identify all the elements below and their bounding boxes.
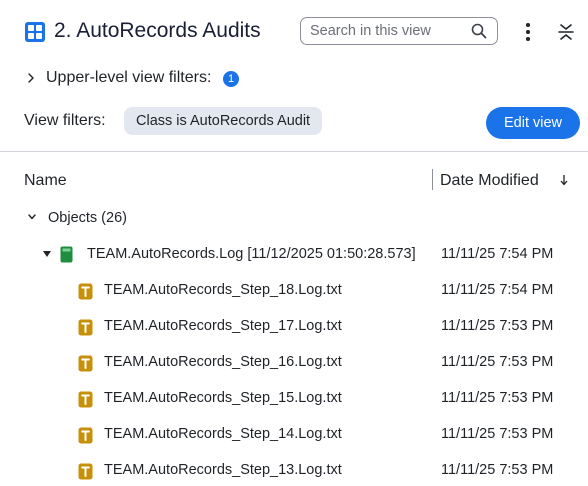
search-input[interactable] [310, 21, 460, 41]
green-document-icon [60, 246, 73, 263]
list-item-name[interactable]: TEAM.AutoRecords_Step_18.Log.txt [104, 282, 342, 298]
chevron-down-icon[interactable] [26, 212, 38, 222]
list-item-name[interactable]: TEAM.AutoRecords_Step_16.Log.txt [104, 354, 342, 370]
filter-count-badge: 1 [223, 71, 239, 87]
text-file-icon [78, 463, 93, 480]
collapse-all-icon[interactable] [557, 22, 575, 42]
text-file-icon [78, 391, 93, 408]
column-resize-handle[interactable] [432, 169, 433, 190]
page-title: 2. AutoRecords Audits [54, 19, 261, 42]
text-file-icon [78, 319, 93, 336]
column-header-name[interactable]: Name [24, 172, 67, 190]
sort-descending-icon[interactable] [559, 173, 569, 187]
chevron-right-icon[interactable] [26, 71, 36, 85]
view-filters-label: View filters: [24, 112, 106, 129]
list-item-name[interactable]: TEAM.AutoRecords_Step_17.Log.txt [104, 318, 342, 334]
column-header-date-modified[interactable]: Date Modified [440, 172, 539, 190]
list-item-name[interactable]: TEAM.AutoRecords_Step_14.Log.txt [104, 426, 342, 442]
group-header[interactable]: Objects (26) [48, 210, 127, 226]
list-item-name[interactable]: TEAM.AutoRecords_Step_13.Log.txt [104, 462, 342, 478]
list-item-date: 11/11/25 7:54 PM [441, 246, 554, 262]
text-file-icon [78, 427, 93, 444]
list-item-date: 11/11/25 7:53 PM [441, 462, 554, 478]
list-item-date: 11/11/25 7:53 PM [441, 318, 554, 334]
text-file-icon [78, 283, 93, 300]
list-item-name[interactable]: TEAM.AutoRecords_Step_15.Log.txt [104, 390, 342, 406]
list-item-date: 11/11/25 7:54 PM [441, 282, 554, 298]
text-file-icon [78, 355, 93, 372]
caret-down-icon[interactable] [42, 250, 52, 258]
list-item-date: 11/11/25 7:53 PM [441, 390, 554, 406]
list-item-date: 11/11/25 7:53 PM [441, 354, 554, 370]
more-vertical-icon[interactable] [518, 21, 538, 43]
edit-view-button[interactable]: Edit view [486, 107, 580, 139]
divider [0, 151, 588, 152]
list-item-name[interactable]: TEAM.AutoRecords.Log [11/12/2025 01:50:2… [87, 246, 416, 262]
search-icon[interactable] [471, 23, 487, 39]
search-box[interactable] [300, 17, 498, 45]
upper-level-filters-label[interactable]: Upper-level view filters: [46, 69, 211, 87]
view-grid-icon [25, 22, 45, 42]
list-item-date: 11/11/25 7:53 PM [441, 426, 554, 442]
filter-chip[interactable]: Class is AutoRecords Audit [124, 107, 323, 135]
